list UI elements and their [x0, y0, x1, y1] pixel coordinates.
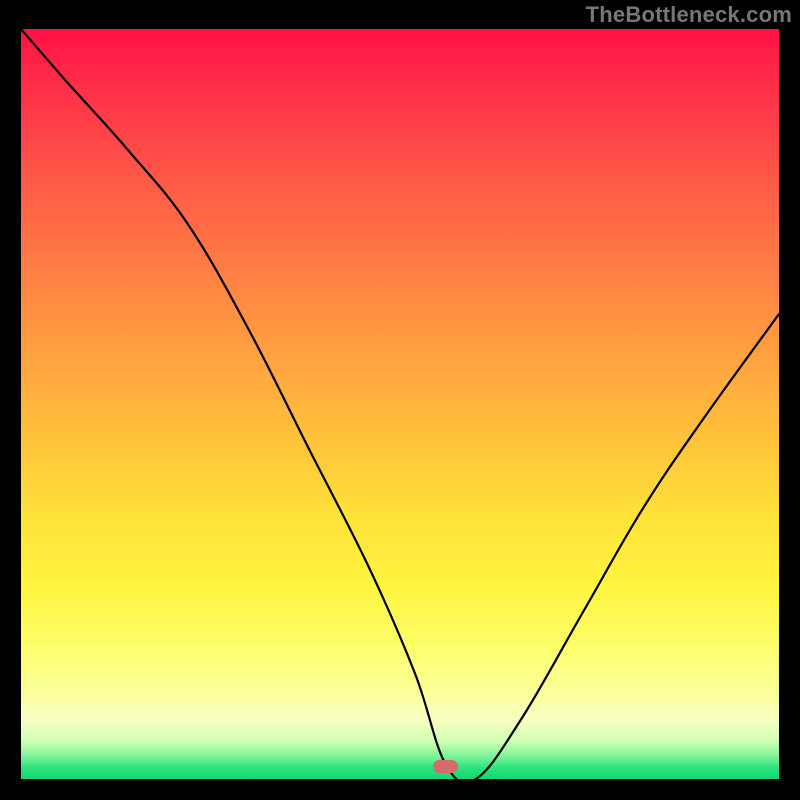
watermark-text: TheBottleneck.com: [586, 2, 792, 28]
optimum-marker: [433, 760, 458, 773]
bottleneck-curve: [21, 29, 779, 779]
curve-path: [21, 29, 779, 779]
plot-area: [21, 29, 779, 779]
chart-container: TheBottleneck.com: [0, 0, 800, 800]
